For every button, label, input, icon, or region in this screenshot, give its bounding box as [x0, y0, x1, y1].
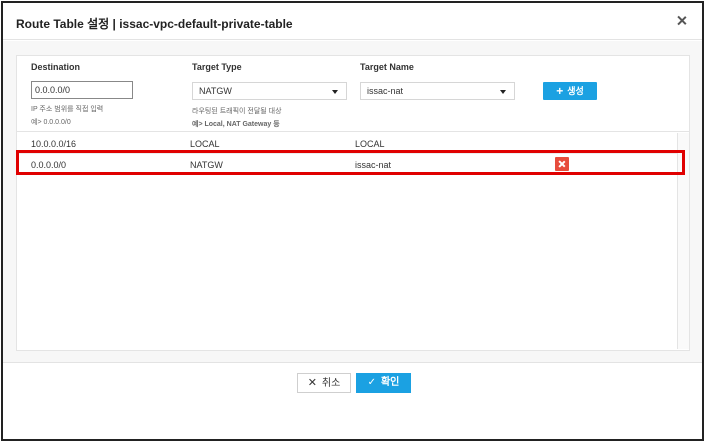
confirm-button-label: 확인 [380, 377, 400, 388]
confirm-button[interactable]: ✓ 확인 [356, 373, 411, 393]
route-target-type: LOCAL [190, 139, 220, 149]
dialog-footer: ✕ 취소 ✓ 확인 [3, 362, 702, 439]
route-destination: 0.0.0.0/0 [31, 160, 67, 170]
target-name-value: issac-nat [367, 86, 404, 96]
delete-route-button[interactable] [555, 157, 569, 171]
target-type-value: NATGW [199, 86, 232, 96]
destination-label: Destination [31, 62, 81, 72]
route-target-type: NATGW [190, 160, 223, 170]
create-button[interactable]: + 생성 [543, 82, 597, 100]
table-row: 0.0.0.0/0 NATGW issac-nat [17, 154, 677, 175]
dialog-header: Route Table 설정 | issac-vpc-default-priva… [3, 3, 702, 40]
destination-input[interactable] [31, 81, 133, 99]
route-panel: Destination Target Type Target Name IP 주… [16, 55, 690, 351]
route-target-name: LOCAL [355, 139, 385, 149]
close-icon: ✕ [307, 377, 317, 389]
target-type-select[interactable]: NATGW [192, 82, 347, 100]
route-destination: 10.0.0.0/16 [31, 139, 77, 149]
route-form: Destination Target Type Target Name IP 주… [17, 56, 689, 132]
target-name-label: Target Name [360, 62, 414, 72]
destination-example: 예> 0.0.0.0/0 [31, 119, 71, 126]
table-row: 10.0.0.0/16 LOCAL LOCAL [17, 133, 677, 154]
table-scrollbar[interactable] [677, 133, 689, 349]
create-button-label: 생성 [567, 86, 584, 96]
target-type-example: 예> Local, NAT Gateway 등 [192, 121, 280, 128]
chevron-down-icon [332, 90, 338, 94]
plus-icon: + [556, 84, 564, 98]
cancel-button-label: 취소 [321, 378, 341, 389]
check-icon: ✓ [367, 377, 376, 388]
cancel-button[interactable]: ✕ 취소 [297, 373, 351, 393]
dialog-body: Destination Target Type Target Name IP 주… [3, 41, 702, 362]
dialog-title: Route Table 설정 | issac-vpc-default-priva… [16, 17, 293, 31]
route-table: 10.0.0.0/16 LOCAL LOCAL 0.0.0.0/0 NATGW … [17, 133, 677, 175]
target-name-select[interactable]: issac-nat [360, 82, 515, 100]
route-target-name: issac-nat [355, 160, 392, 170]
target-type-label: Target Type [192, 62, 242, 72]
target-type-hint: 라우팅된 트래픽이 전달될 대상 [192, 108, 282, 115]
destination-hint: IP 주소 범위를 직접 입력 [31, 106, 104, 113]
close-icon[interactable] [676, 15, 688, 27]
chevron-down-icon [500, 90, 506, 94]
route-table-dialog: Route Table 설정 | issac-vpc-default-priva… [1, 1, 704, 441]
